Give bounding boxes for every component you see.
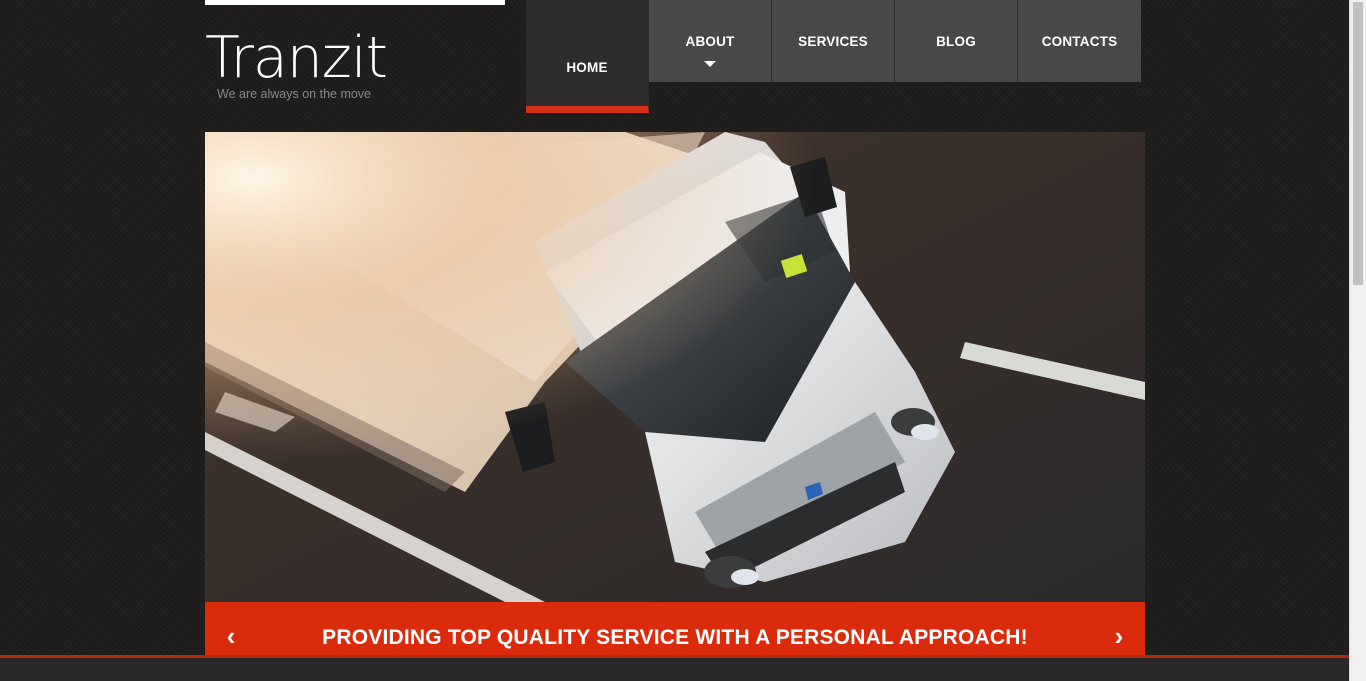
nav-item-label: SERVICES [798,34,868,49]
nav-item-label: ABOUT [685,34,735,49]
nav-item-label: CONTACTS [1041,34,1118,49]
hero-slider-image [205,132,1145,602]
nav-item-blog[interactable]: BLOG [895,0,1018,82]
caret-down-icon[interactable] [704,61,716,67]
nav-item-services[interactable]: SERVICES [772,0,895,82]
nav-item-home[interactable]: HOME [526,0,649,113]
vertical-scrollbar[interactable] [1349,0,1366,681]
site-logo[interactable]: Tranzit We are always on the move [205,26,505,101]
logo-title[interactable]: Tranzit [205,26,505,90]
slider-caption: PROVIDING TOP QUALITY SERVICE WITH A PER… [322,626,1028,649]
chevron-right-icon[interactable]: › [1109,622,1129,650]
nav-item-label: BLOG [936,34,976,49]
main-nav: HOME ABOUT SERVICES BLOG CONTACTS [526,0,1141,113]
truck-photo [205,132,1145,602]
nav-item-about[interactable]: ABOUT [649,0,772,82]
footer-band [0,658,1349,681]
top-accent-bar [205,0,505,5]
logo-tagline: We are always on the move [217,87,372,101]
page-container: Tranzit We are always on the move HOME A… [205,0,1145,681]
scrollbar-thumb[interactable] [1353,2,1363,285]
nav-item-contacts[interactable]: CONTACTS [1018,0,1141,82]
nav-item-label: HOME [566,60,608,75]
